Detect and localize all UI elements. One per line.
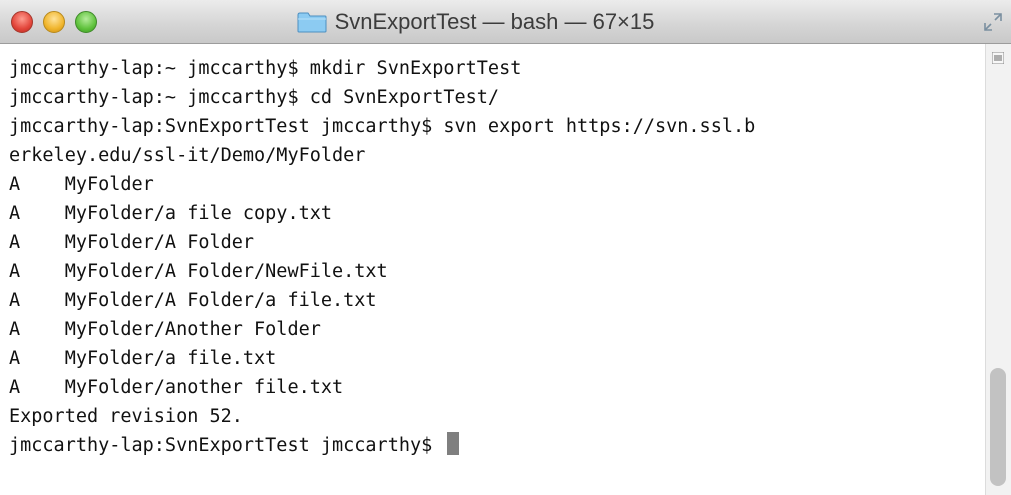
window-title-group: SvnExportTest — bash — 67×15 <box>0 0 1011 44</box>
scrollbar-thumb[interactable] <box>990 368 1006 486</box>
shell-prompt: jmccarthy-lap:SvnExportTest jmccarthy$ <box>9 435 444 456</box>
terminal-line: jmccarthy-lap:~ jmccarthy$ mkdir SvnExpo… <box>9 58 522 79</box>
window-title: SvnExportTest — bash — 67×15 <box>334 9 655 34</box>
split-pane-icon[interactable] <box>992 52 1004 64</box>
terminal-line: jmccarthy-lap:~ jmccarthy$ cd SvnExportT… <box>9 87 500 108</box>
fullscreen-icon[interactable] <box>983 12 1003 32</box>
terminal-line: A MyFolder/A Folder <box>9 232 255 253</box>
terminal-line: Exported revision 52. <box>9 406 243 427</box>
vertical-scrollbar[interactable] <box>985 44 1011 495</box>
terminal-line: A MyFolder/another file.txt <box>9 377 344 398</box>
terminal-line: A MyFolder/Another Folder <box>9 319 321 340</box>
folder-icon <box>297 12 327 33</box>
terminal-line: erkeley.edu/ssl-it/Demo/MyFolder <box>9 145 366 166</box>
terminal-line: A MyFolder/a file copy.txt <box>9 203 333 224</box>
terminal-line: A MyFolder <box>9 174 154 195</box>
terminal-line: A MyFolder/A Folder/a file.txt <box>9 290 377 311</box>
terminal-line: jmccarthy-lap:SvnExportTest jmccarthy$ s… <box>9 116 756 137</box>
terminal-line: A MyFolder/A Folder/NewFile.txt <box>9 261 388 282</box>
terminal-output[interactable]: jmccarthy-lap:~ jmccarthy$ mkdir SvnExpo… <box>0 44 985 495</box>
text-cursor <box>447 432 460 455</box>
terminal-window: SvnExportTest — bash — 67×15 jmccarthy-l… <box>0 0 1011 495</box>
terminal-line: A MyFolder/a file.txt <box>9 348 277 369</box>
prompt-line[interactable]: jmccarthy-lap:SvnExportTest jmccarthy$ <box>9 431 985 460</box>
title-bar[interactable]: SvnExportTest — bash — 67×15 <box>0 0 1011 44</box>
